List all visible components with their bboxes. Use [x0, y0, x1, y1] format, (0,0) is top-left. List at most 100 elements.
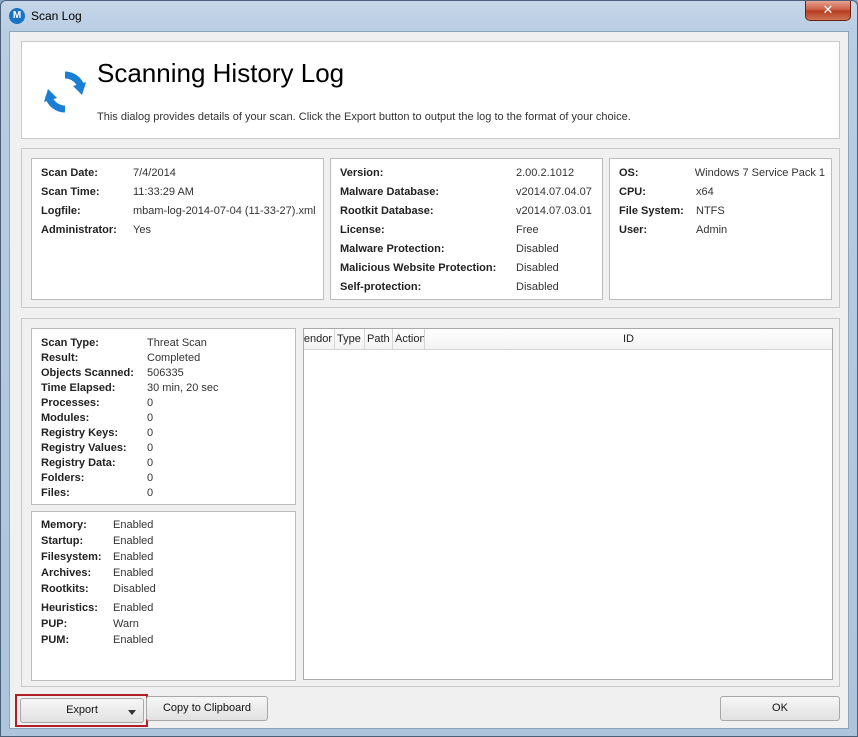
- refresh-icon: [44, 71, 86, 113]
- stat-row: Folders: 0: [41, 470, 289, 485]
- dialog-body: Scanning History Log This dialog provide…: [9, 31, 849, 729]
- setting-row: Heuristics: Enabled: [41, 600, 289, 616]
- column-header-vendor[interactable]: Vendor: [304, 329, 335, 349]
- system-info-row: File System: NTFS: [619, 201, 825, 220]
- stat-label: Registry Data:: [41, 456, 116, 469]
- setting-label: Rootkits:: [41, 583, 89, 595]
- export-button[interactable]: Export: [20, 698, 144, 723]
- setting-value: Enabled: [113, 634, 154, 646]
- stat-label: Folders:: [41, 471, 85, 484]
- info-value: 7/4/2014: [133, 166, 176, 179]
- version-info-row: Version: 2.00.2.1012: [340, 163, 596, 182]
- title-bar[interactable]: M Scan Log ✕: [1, 1, 857, 31]
- close-button[interactable]: ✕: [805, 1, 851, 21]
- setting-row: Memory: Enabled: [41, 517, 289, 533]
- info-label: Logfile:: [41, 204, 81, 217]
- results-table[interactable]: Vendor Type Path Action ID: [303, 328, 833, 680]
- version-info-box: Version: 2.00.2.1012 Malware Database: v20…: [330, 158, 603, 300]
- scan-log-dialog: M Scan Log ✕ Scanning History Log This d…: [0, 0, 858, 737]
- stat-value: 0: [147, 456, 154, 469]
- stat-row: Processes: 0: [41, 395, 289, 410]
- info-value: Yes: [133, 223, 151, 236]
- system-info-row: OS: Windows 7 Service Pack 1: [619, 163, 825, 182]
- stat-row: Time Elapsed: 30 min, 20 sec: [41, 380, 289, 395]
- column-header-path[interactable]: Path: [365, 329, 393, 349]
- info-value: Disabled: [516, 242, 559, 255]
- scan-info-row: Scan Date: 7/4/2014: [41, 163, 317, 182]
- copy-to-clipboard-button[interactable]: Copy to Clipboard: [146, 696, 268, 721]
- stat-label: Registry Values:: [41, 441, 127, 454]
- version-info-row: Self-protection: Disabled: [340, 277, 596, 296]
- info-value: Windows 7 Service Pack 1: [694, 166, 825, 179]
- version-info-row: Rootkit Database: v2014.07.03.01: [340, 201, 596, 220]
- setting-label: Startup:: [41, 535, 84, 547]
- stat-label: Processes:: [41, 396, 100, 409]
- setting-label: PUM:: [41, 634, 70, 646]
- setting-row: Startup: Enabled: [41, 533, 289, 549]
- info-label: Malicious Website Protection:: [340, 261, 497, 274]
- scan-info-row: Administrator: Yes: [41, 220, 317, 239]
- info-value: Free: [516, 223, 539, 236]
- setting-row: PUP: Warn: [41, 616, 289, 632]
- info-value: x64: [696, 185, 714, 198]
- stat-value: 0: [147, 426, 154, 439]
- results-section: Scan Type: Threat Scan Result: Completed O…: [21, 318, 840, 687]
- info-value: 2.00.2.1012: [516, 166, 575, 179]
- stat-row: Registry Values: 0: [41, 440, 289, 455]
- setting-label: Archives:: [41, 567, 92, 579]
- info-label: Malware Protection:: [340, 242, 445, 255]
- setting-value: Enabled: [113, 519, 154, 531]
- stat-label: Time Elapsed:: [41, 381, 116, 394]
- setting-row: Filesystem: Enabled: [41, 549, 289, 565]
- info-value: v2014.07.03.01: [516, 204, 592, 217]
- scan-info-list: Scan Date: 7/4/2014 Scan Time: 11:33:29 AM…: [41, 163, 317, 239]
- info-value: 11:33:29 AM: [133, 185, 194, 198]
- version-info-row: License: Free: [340, 220, 596, 239]
- column-header-id[interactable]: ID: [425, 329, 832, 349]
- system-info-box: OS: Windows 7 Service Pack 1 CPU: x64 File…: [609, 158, 832, 300]
- setting-label: Heuristics:: [41, 602, 98, 614]
- info-value: mbam-log-2014-07-04 (11-33-27).xml: [133, 204, 316, 217]
- export-highlight: Export: [15, 694, 148, 727]
- stat-row: Objects Scanned: 506335: [41, 365, 289, 380]
- scan-settings-list: Memory: Enabled Startup: Enabled Filesyste…: [41, 517, 289, 648]
- setting-label: Memory:: [41, 519, 87, 531]
- setting-row: Archives: Enabled: [41, 565, 289, 581]
- info-value: Admin: [696, 223, 728, 236]
- stat-value: 0: [147, 471, 154, 484]
- malwarebytes-icon: M: [9, 8, 25, 24]
- stat-row: Registry Keys: 0: [41, 425, 289, 440]
- version-info-row: Malware Database: v2014.07.04.07: [340, 182, 596, 201]
- stat-value: 0: [147, 486, 154, 499]
- table-header: Vendor Type Path Action ID: [304, 329, 832, 350]
- scan-stats-list: Scan Type: Threat Scan Result: Completed O…: [41, 335, 289, 500]
- setting-label: Filesystem:: [41, 551, 102, 563]
- stat-value: 0: [147, 441, 154, 454]
- info-label: Rootkit Database:: [340, 204, 434, 217]
- setting-value: Enabled: [113, 535, 154, 547]
- ok-button[interactable]: OK: [720, 696, 840, 721]
- stat-row: Modules: 0: [41, 410, 289, 425]
- setting-value: Disabled: [113, 583, 156, 595]
- system-info-row: User: Admin: [619, 220, 825, 239]
- setting-row: Rootkits: Disabled: [41, 581, 289, 597]
- stat-value: 506335: [147, 366, 184, 379]
- export-label: Export: [66, 704, 98, 716]
- column-header-type[interactable]: Type: [335, 329, 365, 349]
- stat-row: Files: 0: [41, 485, 289, 500]
- info-label: Malware Database:: [340, 185, 440, 198]
- stat-value: 0: [147, 396, 154, 409]
- info-label: User:: [619, 223, 648, 236]
- info-label: Scan Date:: [41, 166, 98, 179]
- column-header-action[interactable]: Action: [393, 329, 425, 349]
- stat-label: Files:: [41, 486, 70, 499]
- info-label: File System:: [619, 204, 684, 217]
- stat-label: Modules:: [41, 411, 90, 424]
- chevron-down-icon[interactable]: [128, 710, 136, 715]
- scan-info-box: Scan Date: 7/4/2014 Scan Time: 11:33:29 AM…: [31, 158, 324, 300]
- scan-settings-box: Memory: Enabled Startup: Enabled Filesyste…: [31, 511, 296, 681]
- stat-label: Objects Scanned:: [41, 366, 134, 379]
- stat-row: Scan Type: Threat Scan: [41, 335, 289, 350]
- stat-value: 30 min, 20 sec: [147, 381, 219, 394]
- info-value: Disabled: [516, 280, 559, 293]
